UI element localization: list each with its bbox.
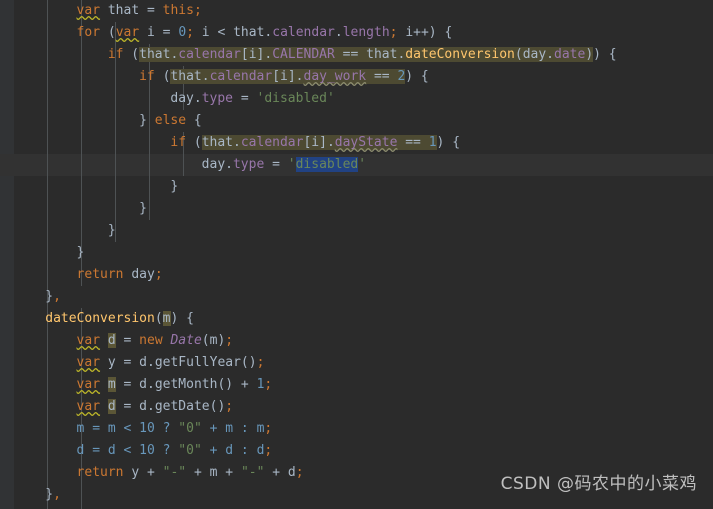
code-line: if (that.calendar[i].day_work == 2) { [139,69,429,84]
code-editor[interactable]: var that = this; for (var i = 0; i < tha… [0,0,713,509]
text-selection[interactable]: disabled [295,157,359,172]
code-line: var m = d.getMonth() + 1; [76,377,273,392]
search-match: that.calendar[i].dayState == 1 [201,135,437,150]
code-line: } [170,179,179,194]
identifier-occurrence: m [162,311,171,326]
code-line: for (var i = 0; i < that.calendar.length… [76,25,453,40]
code-line: } [139,201,147,216]
identifier-occurrence: m [107,377,116,392]
code-line: } [76,245,85,260]
identifier-occurrence: d [107,399,116,414]
code-line: } [107,223,116,238]
code-line: day.type = 'disabled' [170,91,335,106]
code-line: var y = d.getFullYear(); [76,355,265,370]
code-line: m = m < 10 ? "0" + m : m; [76,421,273,436]
code-line: var d = d.getDate(); [76,399,234,414]
function-name: dateConversion [45,311,155,326]
token-keyword: var [76,3,101,18]
code-line: }, [45,289,61,304]
code-line: var that = this; [76,3,202,18]
identifier-occurrence: d [107,333,116,348]
search-match: that.calendar[i].CALENDAR == that.dateCo… [139,47,594,62]
code-content[interactable]: var that = this; for (var i = 0; i < tha… [0,0,713,509]
search-match: that.calendar[i].day_work == 2 [170,69,406,84]
code-line: } else { [139,113,202,128]
code-line: day.type = 'disabled' [201,157,367,172]
code-line: d = d < 10 ? "0" + d : d; [76,443,273,458]
code-line: if (that.calendar[i].dayState == 1) { [170,135,461,150]
code-line: }, [45,487,61,502]
code-line: return y + "-" + m + "-" + d; [76,465,304,480]
code-line: if (that.calendar[i].CALENDAR == that.da… [107,47,617,62]
code-line: return day; [76,267,163,282]
code-line: var d = new Date(m); [76,333,234,348]
code-line: dateConversion(m) { [45,311,194,326]
